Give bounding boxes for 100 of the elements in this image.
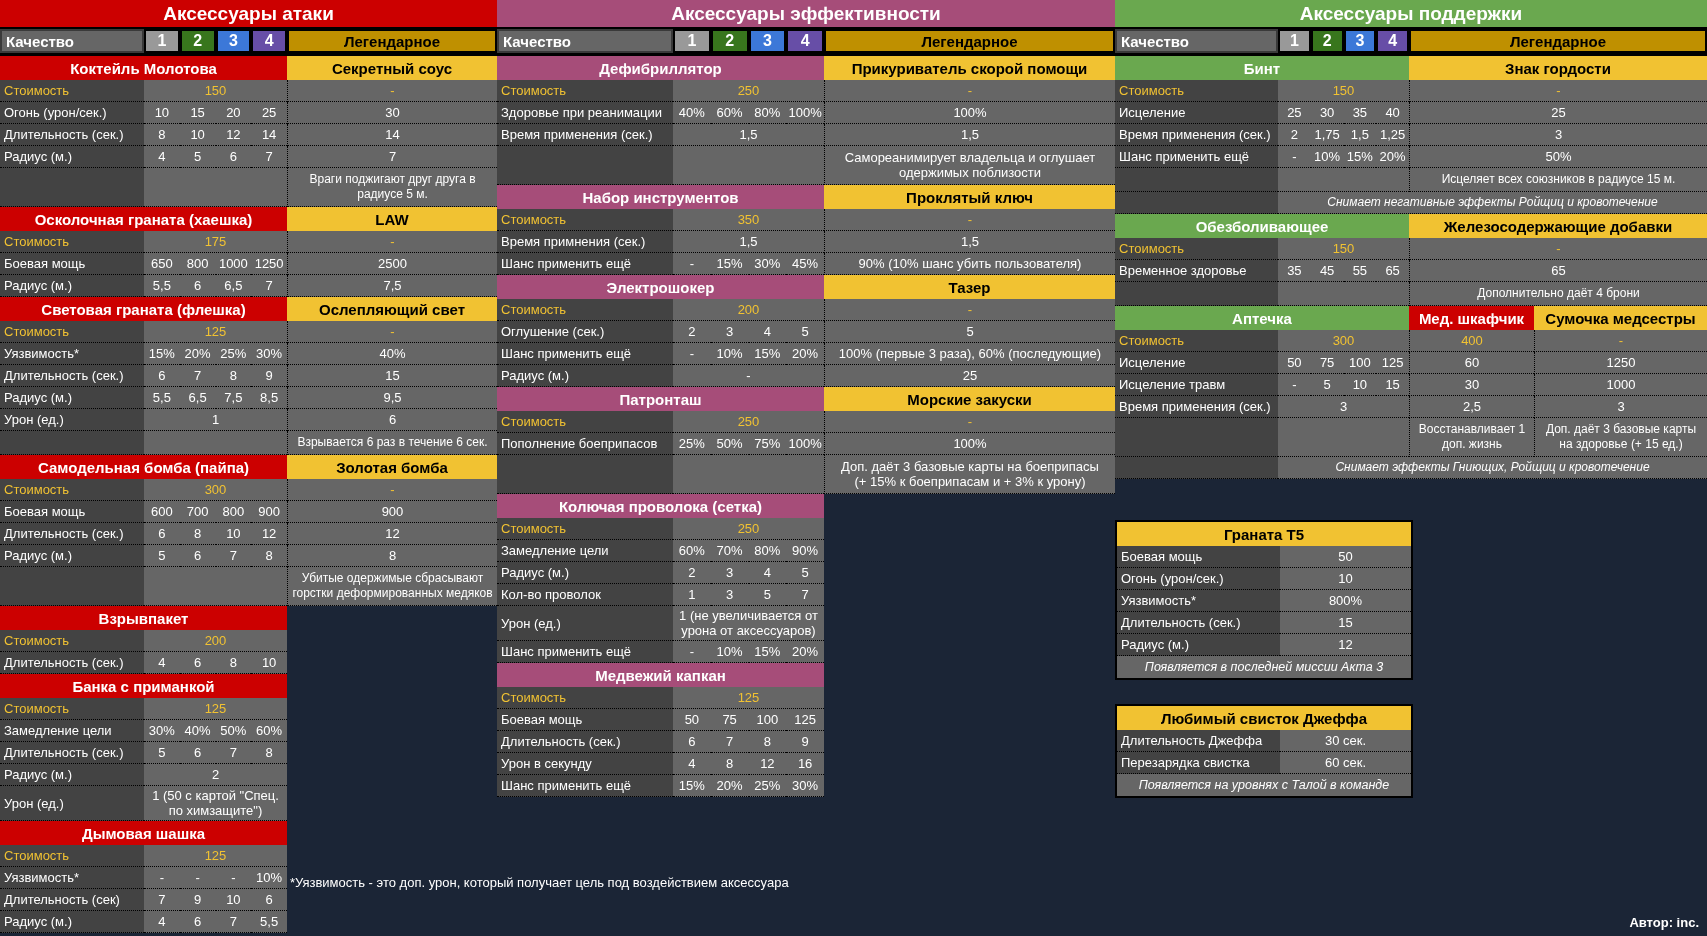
- legendary-name: Тазер: [824, 275, 1115, 299]
- stat-value: 6: [215, 146, 252, 168]
- legendary-value: 3: [1534, 396, 1707, 418]
- stat-value: 1: [144, 409, 287, 431]
- stat-value: 80%: [748, 102, 787, 124]
- stat-value: 10%: [1310, 146, 1344, 168]
- stat-value: 100%: [786, 433, 824, 455]
- stat-value: 30%: [786, 775, 824, 797]
- stat-value: -: [1278, 146, 1311, 168]
- cost-value: 250: [673, 80, 824, 102]
- stat-label: Радиус (м.): [497, 562, 673, 584]
- item-remark: Снимает эффекты Гниющих, Ройщиц и кровотечение: [1278, 457, 1707, 479]
- legendary-cost: -: [824, 209, 1115, 231]
- cost-label: Стоимость: [0, 698, 144, 720]
- card-label: Длительность (сек.): [1117, 612, 1280, 634]
- stat-value: 100: [1343, 352, 1377, 374]
- item-name: Световая граната (флешка): [0, 297, 287, 321]
- tier-header: 1: [673, 29, 711, 53]
- cost-label: Стоимость: [0, 80, 144, 102]
- legendary-note: Исцеляет всех союзников в радиусе 15 м.: [1409, 168, 1707, 192]
- stat-value: 14: [251, 124, 287, 146]
- stat-value: 800: [215, 501, 252, 523]
- cost-value: 150: [1278, 80, 1409, 102]
- legendary-name: Ослепляющий свет: [287, 297, 497, 321]
- stat-value: 50%: [710, 433, 749, 455]
- legendary-name: LAW: [287, 207, 497, 231]
- stat-value: 8: [710, 753, 749, 775]
- section-title: Аксессуары поддержки: [1115, 0, 1707, 29]
- stat-label: Боевая мощь: [497, 709, 673, 731]
- stat-value: -: [179, 867, 216, 889]
- cost-label: Стоимость: [1115, 80, 1278, 102]
- stat-label: Шанс применить ещё: [497, 775, 673, 797]
- stat-value: 50%: [215, 720, 252, 742]
- legendary-value: 25: [1409, 102, 1707, 124]
- stat-value: 25: [1278, 102, 1311, 124]
- legendary-value: 2500: [287, 253, 497, 275]
- stat-value: 75: [1310, 352, 1344, 374]
- stat-value: 6: [179, 742, 216, 764]
- stat-label: Длительность (сек.): [0, 124, 144, 146]
- legendary-value: 7,5: [287, 275, 497, 297]
- stat-value: 8: [748, 731, 787, 753]
- legendary-name: Морские закуски: [824, 387, 1115, 411]
- legendary-note: Убитые одержимые сбрасывают горстки деформированных медяков: [287, 567, 497, 606]
- legendary-value: 8: [287, 545, 497, 567]
- cost-value: 250: [673, 518, 824, 540]
- cost-value: 350: [673, 209, 824, 231]
- section-title: Аксессуары атаки: [0, 0, 497, 29]
- stat-value: -: [144, 867, 180, 889]
- stat-value: 6: [673, 731, 711, 753]
- item-name: Самодельная бомба (пайпа): [0, 455, 287, 479]
- stat-label: Боевая мощь: [0, 253, 144, 275]
- stat-value: 45: [1310, 260, 1344, 282]
- legendary-cost: -: [824, 411, 1115, 433]
- card-label: Огонь (урон/сек.): [1117, 568, 1280, 590]
- stat-value: 8: [215, 365, 252, 387]
- legendary-cost: -: [287, 80, 497, 102]
- stat-value: 9: [251, 365, 287, 387]
- legendary-value: 6: [287, 409, 497, 431]
- item-name: Взрывпакет: [0, 606, 287, 630]
- stat-value: 8: [179, 523, 216, 545]
- tier-header: 1: [1278, 29, 1311, 53]
- legendary-note: Дополнительно даёт 4 брони: [1409, 282, 1707, 306]
- stat-value: 12: [748, 753, 787, 775]
- stat-value: 4: [748, 321, 787, 343]
- stat-value: 25%: [748, 775, 787, 797]
- legendary-value: 30: [1409, 374, 1534, 396]
- legendary-name: Прикуриватель скорой помощи: [824, 56, 1115, 80]
- stat-label: Время применения (сек.): [1115, 396, 1278, 418]
- item-name: Дефибриллятор: [497, 56, 824, 80]
- stat-value: 15%: [748, 641, 787, 663]
- stat-value: 8: [215, 652, 252, 674]
- stat-label: Здоровье при реанимации: [497, 102, 673, 124]
- cost-label: Стоимость: [497, 299, 673, 321]
- stat-value: 10: [144, 102, 180, 124]
- stat-value: 8,5: [251, 387, 287, 409]
- item-name: Банка с приманкой: [0, 674, 287, 698]
- stat-value: 3: [710, 562, 749, 584]
- stat-value: 90%: [786, 540, 824, 562]
- stat-label: Уязвимость*: [0, 343, 144, 365]
- stat-value: 4: [144, 146, 180, 168]
- stat-label: Шанс применить ещё: [497, 253, 673, 275]
- stat-value: 6,5: [179, 387, 216, 409]
- stat-value: 1: [673, 584, 711, 606]
- legendary-value: 900: [287, 501, 497, 523]
- cost-value: 125: [673, 687, 824, 709]
- cost-value: 300: [1278, 330, 1409, 352]
- stat-value: 100: [748, 709, 787, 731]
- cost-label: Стоимость: [0, 231, 144, 253]
- stat-value: 55: [1343, 260, 1377, 282]
- stat-value: -: [673, 253, 711, 275]
- legendary-note: Враги поджигают друг друга в радиусе 5 м.: [287, 168, 497, 207]
- stat-label: Уязвимость*: [0, 867, 144, 889]
- item-name: Бинт: [1115, 56, 1409, 80]
- tier-header: 3: [748, 29, 787, 53]
- stat-value: 6: [179, 911, 216, 933]
- stat-value: 1 (50 с картой "Спец. по химзащите"): [144, 786, 287, 821]
- stat-label: Длительность (сек.): [0, 652, 144, 674]
- cost-value: 125: [144, 845, 287, 867]
- stat-label: Шанс применить ещё: [497, 641, 673, 663]
- stat-label: Радиус (м.): [0, 545, 144, 567]
